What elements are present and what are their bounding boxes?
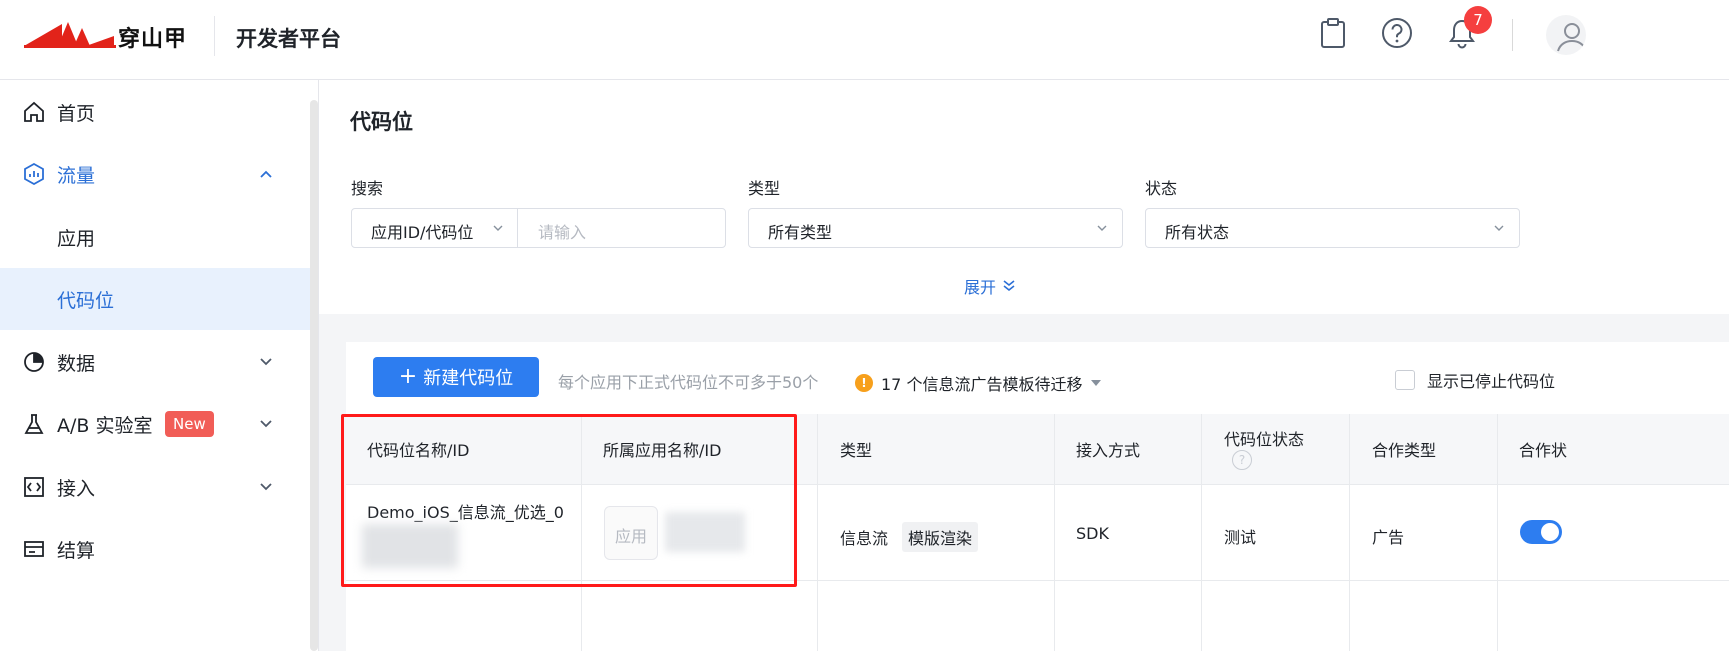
template-migration-warning[interactable]: ! 17 个信息流广告模板待迁移 — [855, 371, 1102, 395]
top-header: 穿山甲 开发者平台 7 — [0, 0, 1729, 80]
search-group: 应用ID/代码位 请输入 — [351, 208, 726, 248]
column-divider — [1497, 414, 1498, 651]
chevron-down-icon — [260, 483, 272, 491]
col-header-access[interactable]: 接入方式 — [1076, 414, 1140, 484]
limit-hint: 每个应用下正式代码位不可多于50个 — [558, 373, 819, 392]
sidebar-item-label: 流量 — [57, 164, 96, 187]
expand-filters-button[interactable]: 展开 — [964, 274, 1016, 298]
chevron-up-icon — [260, 170, 272, 178]
status-select[interactable]: 所有状态 — [1145, 208, 1520, 248]
new-badge: New — [165, 411, 214, 437]
chevron-down-icon — [1494, 225, 1504, 231]
col-header-coop-status[interactable]: 合作状 — [1519, 414, 1567, 484]
expand-label: 展开 — [964, 278, 997, 297]
integration-icon — [24, 477, 44, 497]
render-tag: 模版渲染 — [902, 522, 979, 552]
column-divider — [1349, 414, 1350, 651]
col-header-coop-type[interactable]: 合作类型 — [1372, 414, 1436, 484]
sidebar-item-apps[interactable]: 应用 — [0, 206, 310, 268]
status-label: 状态 — [1145, 179, 1178, 198]
sidebar-item-billing[interactable]: 结算 — [0, 518, 310, 580]
notification-badge[interactable]: 7 — [1464, 6, 1492, 34]
sidebar-item-label: 结算 — [57, 539, 96, 562]
search-divider — [517, 209, 518, 247]
sidebar-item-ad-slots[interactable]: 代码位 — [0, 268, 310, 330]
warning-text: 17 个信息流广告模板待迁移 — [881, 375, 1083, 394]
sidebar-item-integration[interactable]: 接入 — [0, 456, 310, 518]
sidebar-item-label: 首页 — [57, 102, 96, 125]
pie-chart-icon — [24, 352, 44, 372]
chevron-down-icon — [493, 225, 503, 231]
plus-icon: + — [398, 364, 418, 389]
sidebar-item-label: 数据 — [57, 352, 96, 375]
type-select-value: 所有类型 — [768, 223, 833, 242]
ad-slot-status: 测试 — [1224, 528, 1257, 547]
page-title: 代码位 — [350, 110, 413, 134]
traffic-icon — [24, 163, 44, 185]
help-icon[interactable]: ? — [1232, 450, 1252, 470]
status-select-value: 所有状态 — [1165, 223, 1230, 242]
chevron-down-icon — [260, 358, 272, 366]
help-icon[interactable] — [1380, 16, 1414, 50]
header-separator — [1512, 19, 1513, 51]
search-input[interactable]: 请输入 — [538, 219, 586, 243]
platform-title: 开发者平台 — [236, 27, 341, 51]
col-header-status[interactable]: 代码位状态 — [1224, 414, 1304, 484]
sidebar-item-label: A/B 实验室 — [57, 414, 153, 437]
chevron-down-icon — [1097, 225, 1107, 231]
user-icon — [1557, 23, 1586, 52]
coop-status-toggle[interactable] — [1520, 520, 1562, 544]
show-stopped-label: 显示已停止代码位 — [1427, 372, 1556, 391]
clipboard-icon[interactable] — [1316, 16, 1350, 50]
type-label: 类型 — [748, 179, 781, 198]
double-chevron-down-icon — [1003, 280, 1015, 292]
search-label: 搜索 — [351, 179, 384, 198]
sidebar-item-label: 代码位 — [57, 289, 115, 312]
user-avatar[interactable] — [1546, 15, 1586, 55]
billing-icon — [24, 541, 44, 557]
sidebar-item-ab-lab[interactable]: A/B 实验室 New — [0, 393, 310, 455]
new-ad-slot-button[interactable]: + 新建代码位 — [373, 357, 539, 397]
chevron-down-icon — [260, 420, 272, 428]
show-stopped-checkbox[interactable] — [1395, 370, 1415, 390]
caret-down-icon — [1091, 380, 1102, 386]
access-method: SDK — [1076, 524, 1109, 543]
col-header-type[interactable]: 类型 — [840, 414, 872, 484]
type-value: 信息流 — [840, 529, 889, 548]
sidebar-scrollbar[interactable] — [310, 100, 318, 651]
sidebar-item-data[interactable]: 数据 — [0, 331, 310, 393]
header-divider — [214, 16, 215, 56]
column-divider — [1201, 414, 1202, 651]
sidebar-item-label: 应用 — [57, 227, 96, 250]
show-stopped-toggle[interactable]: 显示已停止代码位 — [1395, 368, 1555, 392]
search-type-select[interactable]: 应用ID/代码位 — [371, 219, 473, 243]
sidebar-item-label: 接入 — [57, 477, 96, 500]
sidebar-item-home[interactable]: 首页 — [0, 81, 310, 143]
highlight-box — [341, 414, 797, 587]
coop-type: 广告 — [1372, 528, 1405, 547]
type-select[interactable]: 所有类型 — [748, 208, 1123, 248]
sidebar-item-traffic[interactable]: 流量 — [0, 143, 310, 205]
column-divider — [817, 414, 818, 651]
flask-icon — [24, 414, 44, 434]
ad-slot-type: 信息流 模版渲染 — [840, 522, 979, 552]
brand-name: 穿山甲 — [118, 27, 188, 52]
filter-card — [319, 80, 1729, 314]
home-icon — [24, 101, 44, 122]
warning-icon: ! — [855, 374, 873, 392]
column-divider — [1054, 414, 1055, 651]
new-ad-slot-label: 新建代码位 — [423, 368, 514, 389]
